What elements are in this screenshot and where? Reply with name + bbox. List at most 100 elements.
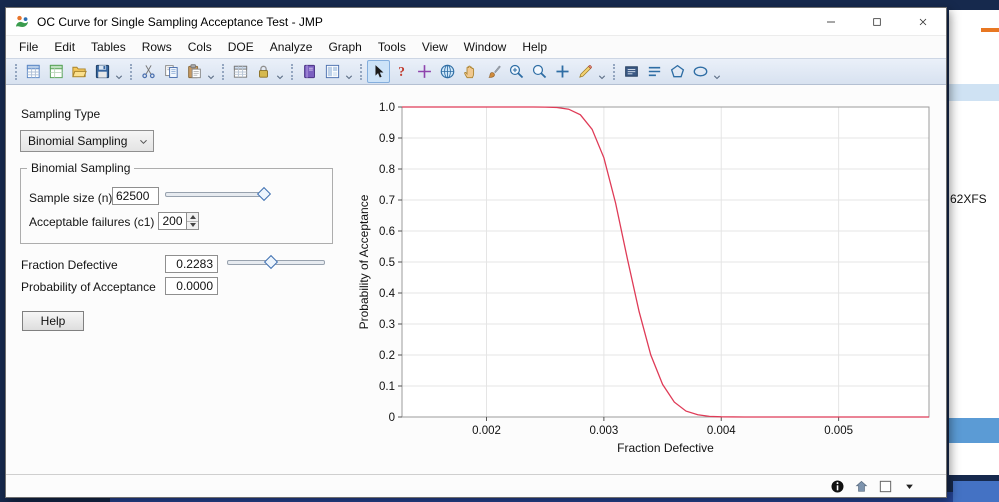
sampling-type-dropdown[interactable]: Binomial Sampling — [20, 130, 154, 152]
menu-view[interactable]: View — [414, 37, 456, 57]
maximize-button[interactable] — [854, 8, 900, 35]
magnifier-tool-icon[interactable] — [528, 60, 551, 83]
status-bar — [6, 474, 946, 497]
background-blue-strip-bottom — [949, 418, 999, 443]
oc-curve-chart: 0 0.1 0.2 0.3 0.4 0.5 0.6 0.7 0.8 0.9 1.0 0.002 0.00… — [354, 85, 941, 465]
toolbar-overflow-chevron[interactable] — [597, 63, 607, 81]
background-blue-strip-top — [949, 84, 999, 101]
menu-bar: File Edit Tables Rows Cols DOE Analyze Graph Too… — [6, 35, 946, 58]
brush-tool-icon[interactable] — [482, 60, 505, 83]
help-button[interactable]: Help — [22, 311, 84, 331]
cut-icon[interactable] — [137, 60, 160, 83]
toolbar-overflow-chevron[interactable] — [206, 63, 216, 81]
y-tick-label: 0.2 — [379, 350, 395, 362]
pen-tool-icon[interactable] — [574, 60, 597, 83]
menu-rows[interactable]: Rows — [134, 37, 180, 57]
save-file-icon[interactable] — [91, 60, 114, 83]
slider-track — [165, 192, 269, 197]
toolbar-group-separator — [15, 63, 17, 80]
toolbar: ? — [6, 58, 946, 85]
y-tick-label: 0.5 — [379, 257, 395, 269]
toolbar-group-separator — [130, 63, 132, 80]
menu-help[interactable]: Help — [514, 37, 555, 57]
y-tick-label: 0.1 — [379, 381, 395, 393]
menu-analyze[interactable]: Analyze — [262, 37, 321, 57]
close-button[interactable] — [900, 8, 946, 35]
x-tick-label: 0.003 — [589, 425, 618, 437]
binomial-sampling-group: Binomial Sampling Sample size (n) Accept… — [20, 161, 333, 244]
spinner-up-button[interactable] — [187, 213, 198, 221]
zoom-in-tool-icon[interactable] — [505, 60, 528, 83]
open-file-icon[interactable] — [68, 60, 91, 83]
info-icon[interactable] — [829, 478, 846, 495]
sampling-type-value: Binomial Sampling — [28, 134, 128, 148]
toolbar-overflow-chevron[interactable] — [712, 63, 722, 81]
arrow-tool-icon[interactable] — [367, 60, 390, 83]
toolbar-group-separator — [291, 63, 293, 80]
paste-icon[interactable] — [183, 60, 206, 83]
y-tick-label: 0.9 — [379, 133, 395, 145]
fraction-defective-input[interactable] — [165, 255, 218, 273]
fraction-defective-slider[interactable] — [227, 254, 325, 270]
fraction-defective-label: Fraction Defective — [21, 258, 118, 272]
sample-size-input[interactable] — [112, 187, 159, 205]
annotate-polygon-tool-icon[interactable] — [666, 60, 689, 83]
acceptable-failures-label: Acceptable failures (c1) — [29, 215, 155, 229]
help-tool-icon[interactable]: ? — [390, 60, 413, 83]
lock-icon[interactable] — [252, 60, 275, 83]
menu-window[interactable]: Window — [456, 37, 515, 57]
menu-cols[interactable]: Cols — [180, 37, 220, 57]
toolbar-overflow-chevron[interactable] — [344, 63, 354, 81]
home-up-icon[interactable] — [853, 478, 870, 495]
new-journal-icon[interactable] — [45, 60, 68, 83]
sample-size-label: Sample size (n) — [29, 191, 113, 205]
jmp-logo-icon — [14, 14, 30, 30]
toolbar-overflow-chevron[interactable] — [275, 63, 285, 81]
acceptable-failures-spinner — [187, 212, 199, 230]
dropdown-arrow-icon[interactable] — [901, 478, 918, 495]
annotate-oval-tool-icon[interactable] — [689, 60, 712, 83]
background-accent-dash — [981, 28, 999, 32]
slider-thumb[interactable] — [264, 254, 279, 270]
title-bar: OC Curve for Single Sampling Acceptance … — [6, 8, 946, 35]
minimize-button[interactable] — [808, 8, 854, 35]
plus-tool-icon[interactable] — [551, 60, 574, 83]
menu-file[interactable]: File — [11, 37, 46, 57]
x-tick-label: 0.002 — [472, 425, 501, 437]
y-tick-label: 0.8 — [379, 164, 395, 176]
toolbar-group-separator — [360, 63, 362, 80]
sample-size-slider[interactable] — [165, 186, 271, 202]
crosshair-tool-icon[interactable] — [413, 60, 436, 83]
spinner-down-button[interactable] — [187, 220, 198, 230]
window-title: OC Curve for Single Sampling Acceptance … — [37, 14, 323, 29]
slider-thumb[interactable] — [256, 186, 271, 202]
grabber-tool-icon[interactable] — [459, 60, 482, 83]
background-partial-text: 62XFS — [950, 192, 987, 206]
oc-curve-plot: 0 0.1 0.2 0.3 0.4 0.5 0.6 0.7 0.8 0.9 1.0 0.002 0.00… — [357, 102, 930, 455]
annotate-rect-tool-icon[interactable] — [620, 60, 643, 83]
checkbox-icon[interactable] — [877, 478, 894, 495]
layout-icon[interactable] — [321, 60, 344, 83]
annotate-lines-tool-icon[interactable] — [643, 60, 666, 83]
copy-icon[interactable] — [160, 60, 183, 83]
probability-of-acceptance-input[interactable] — [165, 277, 218, 295]
menu-tools[interactable]: Tools — [370, 37, 414, 57]
new-data-table-icon[interactable] — [22, 60, 45, 83]
y-tick-label: 0.3 — [379, 319, 395, 331]
journal-icon[interactable] — [298, 60, 321, 83]
x-tick-label: 0.004 — [707, 425, 736, 437]
background-bottom-right-block — [953, 481, 999, 502]
menu-tables[interactable]: Tables — [83, 37, 134, 57]
toolbar-overflow-chevron[interactable] — [114, 63, 124, 81]
globe-tool-icon[interactable] — [436, 60, 459, 83]
y-tick-label: 0.4 — [379, 288, 396, 300]
acceptable-failures-input[interactable] — [158, 212, 187, 230]
menu-doe[interactable]: DOE — [220, 37, 262, 57]
menu-edit[interactable]: Edit — [46, 37, 83, 57]
menu-graph[interactable]: Graph — [320, 37, 369, 57]
y-axis-title: Probability of Acceptance — [357, 194, 371, 329]
data-grid-icon[interactable] — [229, 60, 252, 83]
group-title: Binomial Sampling — [27, 161, 135, 175]
jmp-window: OC Curve for Single Sampling Acceptance … — [5, 7, 947, 498]
toolbar-group-separator — [613, 63, 615, 80]
